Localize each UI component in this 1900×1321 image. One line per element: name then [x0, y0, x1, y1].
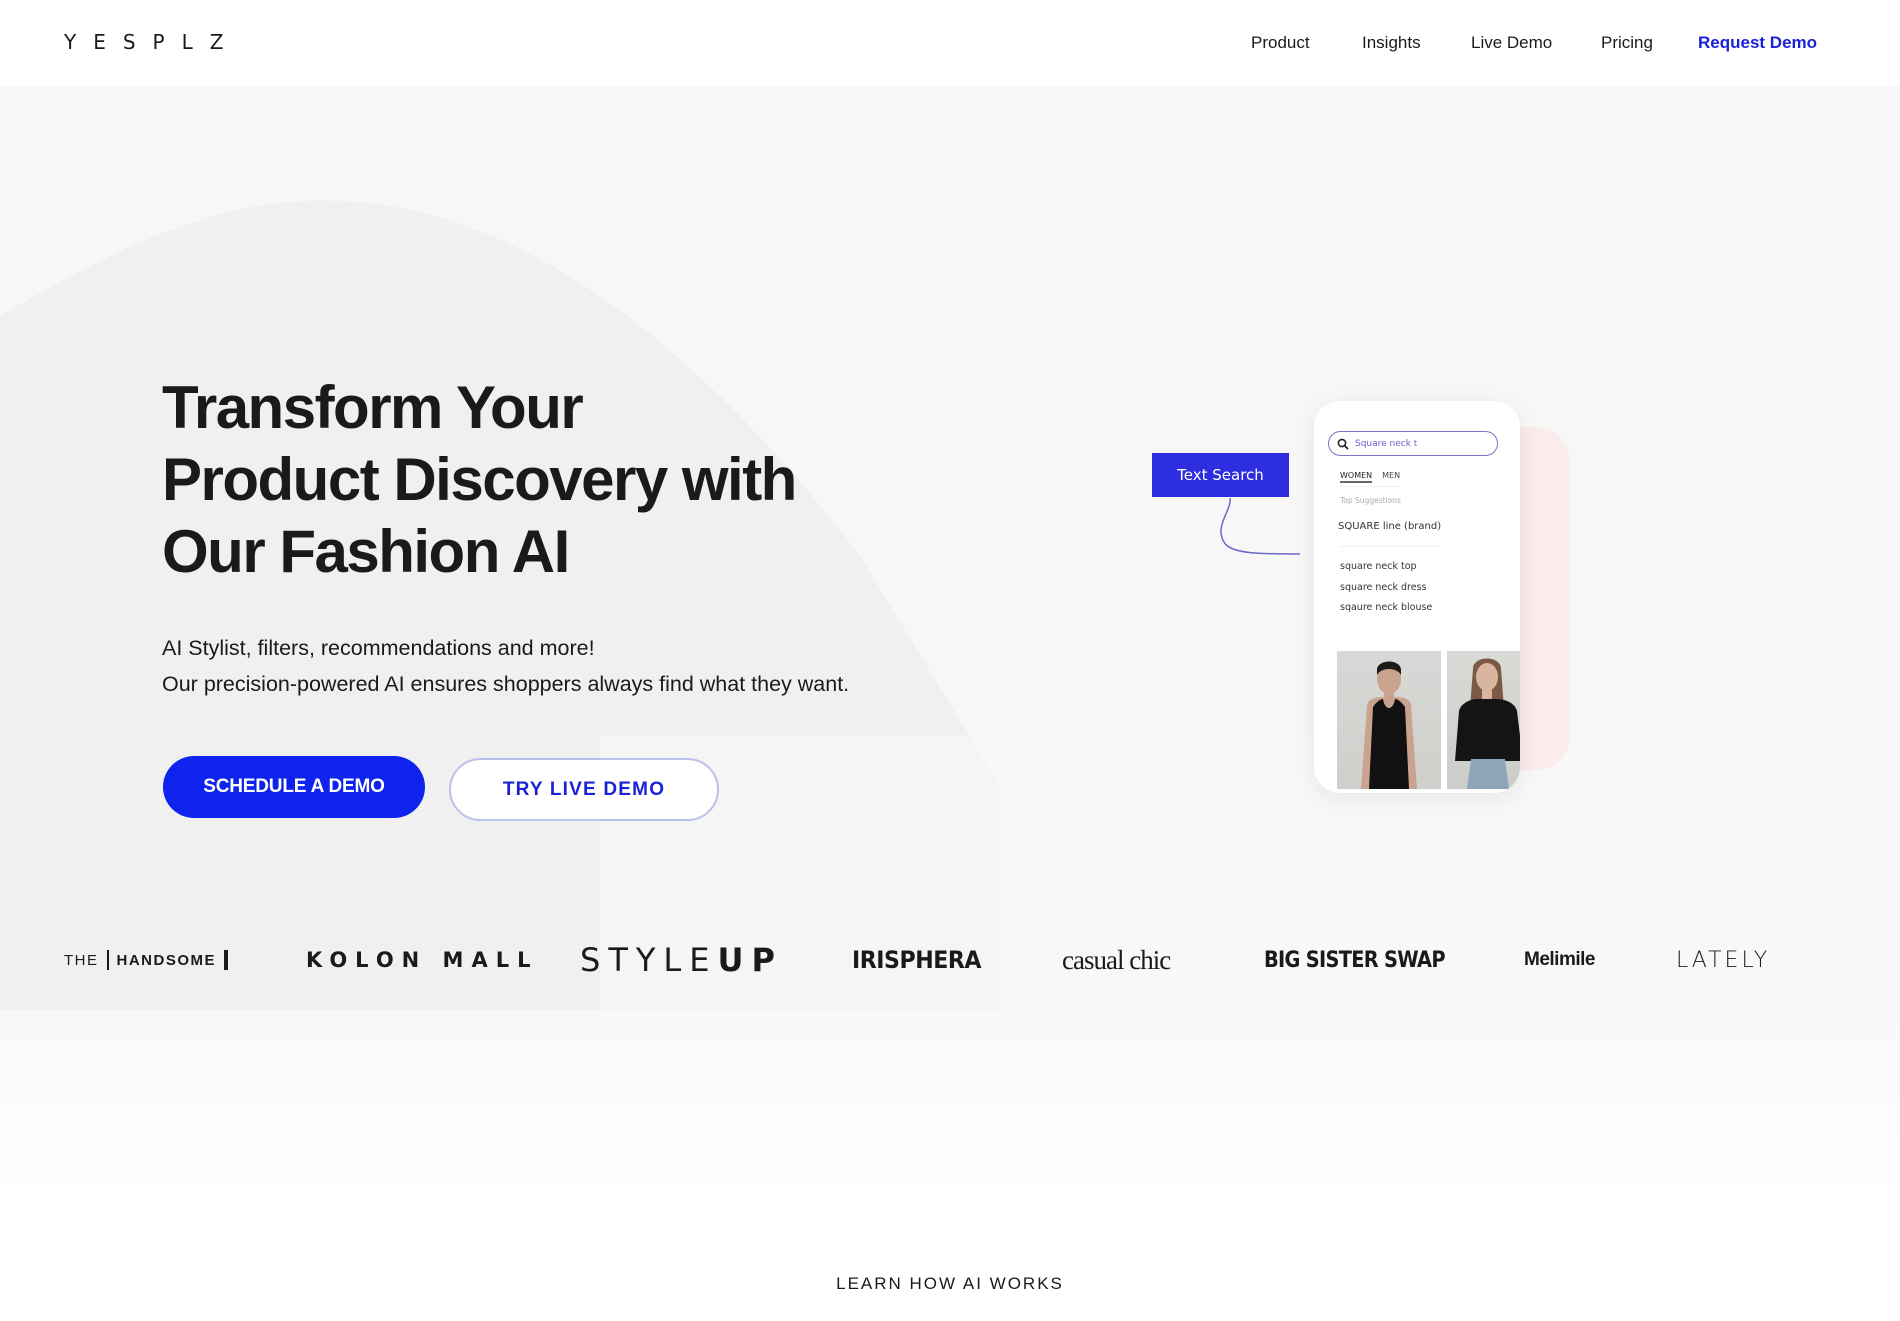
product-photo-tank-top[interactable]: [1337, 651, 1441, 789]
subtitle-line: Our precision-powered AI ensures shopper…: [162, 672, 850, 696]
search-query: Square neck t: [1355, 438, 1418, 449]
tab-men[interactable]: MEN: [1382, 471, 1400, 483]
headline-line: Product Discovery with: [162, 446, 797, 513]
suggestion-item[interactable]: square neck top: [1340, 557, 1432, 578]
schedule-demo-button[interactable]: SCHEDULE A DEMO: [163, 756, 425, 818]
suggestion-item[interactable]: sqaure neck blouse: [1340, 598, 1432, 619]
nav-product[interactable]: Product: [1251, 33, 1310, 53]
nav-insights[interactable]: Insights: [1362, 33, 1421, 53]
suggestion-divider: [1340, 546, 1440, 547]
logo-styleup: STYLE UP: [580, 941, 783, 979]
text-search-tag: Text Search: [1152, 453, 1289, 497]
hero-subtitle: AI Stylist, filters, recommendations and…: [162, 630, 849, 702]
logo-irisphera: IRISPHERA: [852, 946, 982, 974]
nav-pricing[interactable]: Pricing: [1601, 33, 1653, 53]
nav-request-demo[interactable]: Request Demo: [1698, 33, 1817, 53]
phone-mockup: Square neck t WOMEN MEN Top Suggestions …: [1314, 401, 1520, 793]
top-suggestions-label: Top Suggestions: [1340, 496, 1401, 505]
gender-tabs: WOMEN MEN: [1340, 471, 1401, 487]
subtitle-line: AI Stylist, filters, recommendations and…: [162, 636, 595, 660]
client-logos: THE HANDSOME KOLON MALL STYLE UP IRISPHER…: [0, 940, 1900, 980]
brand-suggestion[interactable]: SQUARE line (brand): [1338, 521, 1441, 532]
try-live-demo-button[interactable]: TRY LIVE DEMO: [449, 758, 719, 821]
yesplz-logo[interactable]: YESPLZ: [64, 30, 240, 54]
model-image: [1361, 661, 1417, 789]
mockup-search-input[interactable]: Square neck t: [1328, 431, 1498, 456]
site-header: YESPLZ Product Insights Live Demo Pricin…: [0, 0, 1900, 86]
tab-women[interactable]: WOMEN: [1340, 471, 1373, 483]
learn-how-ai-works-link[interactable]: LEARN HOW AI WORKS: [0, 1274, 1900, 1294]
headline-line: Transform Your: [162, 374, 584, 441]
logo-lately: LATELY: [1676, 947, 1771, 973]
model-image: [1455, 658, 1520, 789]
hero-headline: Transform Your Product Discovery with Ou…: [162, 372, 862, 588]
logo-big-sister-swap: BIG SISTER SWAP: [1264, 947, 1446, 973]
headline-line: Our Fashion AI: [162, 518, 570, 585]
product-photo-square-neck-top[interactable]: [1447, 651, 1520, 789]
connector-line: [1220, 497, 1300, 555]
logo-the-handsome: THE HANDSOME: [64, 940, 236, 980]
nav-live-demo[interactable]: Live Demo: [1471, 33, 1552, 53]
logo-melimile: Melimile: [1524, 949, 1595, 970]
logo-casual-chic: casual chic: [1062, 944, 1171, 975]
suggestion-list: square neck top square neck dress sqaure…: [1340, 557, 1432, 619]
search-icon: [1337, 438, 1349, 450]
logo-kolon-mall: KOLON MALL: [306, 948, 539, 972]
suggestion-item[interactable]: square neck dress: [1340, 578, 1432, 599]
